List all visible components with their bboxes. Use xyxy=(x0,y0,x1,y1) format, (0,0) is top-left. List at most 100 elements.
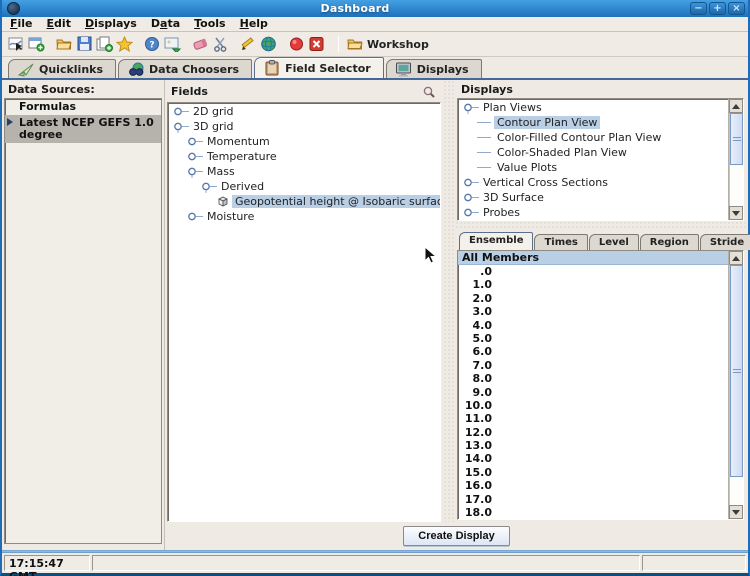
create-display-button[interactable]: Create Display xyxy=(403,526,509,546)
scroll-down-button[interactable] xyxy=(729,505,743,519)
field-node[interactable]: 2D grid xyxy=(168,104,440,118)
ensemble-member-item[interactable]: 16.0 xyxy=(458,479,728,492)
data-source-item[interactable]: Formulas xyxy=(5,99,161,115)
tree-handle-line-icon xyxy=(476,131,494,144)
all-members-header[interactable]: All Members xyxy=(458,251,728,265)
ensemble-member-item[interactable]: 7.0 xyxy=(458,359,728,372)
ensemble-member-item[interactable]: .0 xyxy=(458,265,728,278)
tree-node-label: Momentum xyxy=(204,135,273,148)
subset-tab-region[interactable]: Region xyxy=(640,234,699,250)
display-node[interactable]: Plan Views xyxy=(458,100,728,114)
close-button[interactable]: × xyxy=(728,2,745,15)
menu-help[interactable]: Help xyxy=(240,17,268,31)
data-source-item[interactable]: Latest NCEP GEFS 1.0 degree xyxy=(5,115,161,143)
menu-data[interactable]: Data xyxy=(151,17,180,31)
field-node[interactable]: Geopotential height @ Isobaric surface xyxy=(168,194,440,208)
ensemble-member-item[interactable]: 17.0 xyxy=(458,493,728,506)
tree-handle-expanded-icon[interactable] xyxy=(172,120,190,133)
tree-handle-expanded-icon[interactable] xyxy=(186,165,204,178)
ensemble-member-item[interactable]: 1.0 xyxy=(458,278,728,291)
ensemble-member-item[interactable]: 14.0 xyxy=(458,452,728,465)
globe-projection-icon[interactable] xyxy=(260,36,277,53)
ensemble-members-list: All Members .01.02.03.04.05.06.07.08.09.… xyxy=(458,251,728,519)
tree-handle-expanded-icon[interactable] xyxy=(462,101,480,114)
subset-tab-times[interactable]: Times xyxy=(534,234,587,250)
display-node[interactable]: Vertical Cross Sections xyxy=(458,175,728,189)
scroll-up-button[interactable] xyxy=(729,99,743,113)
maximize-button[interactable]: + xyxy=(709,2,726,15)
support-request-icon[interactable]: ? xyxy=(144,36,161,53)
stop-remove-icon[interactable] xyxy=(308,36,325,53)
tree-handle-collapsed-icon[interactable] xyxy=(186,210,204,223)
display-node[interactable]: Probes xyxy=(458,205,728,219)
field-node[interactable]: Mass xyxy=(168,164,440,178)
fields-tree: 2D grid3D grid MomentumTemperatureMassDer… xyxy=(167,102,441,522)
save-bundle-as-icon[interactable] xyxy=(96,36,113,53)
horizontal-splitter[interactable] xyxy=(455,221,748,230)
record-movie-icon[interactable] xyxy=(288,36,305,53)
subset-tab-ensemble[interactable]: Ensemble xyxy=(459,232,533,250)
search-fields-icon[interactable] xyxy=(420,83,437,100)
field-node[interactable]: Momentum xyxy=(168,134,440,148)
tab-field-selector[interactable]: Field Selector xyxy=(254,57,384,78)
ensemble-member-item[interactable]: 8.0 xyxy=(458,372,728,385)
ensemble-member-item[interactable]: 6.0 xyxy=(458,345,728,358)
open-file-icon[interactable] xyxy=(56,36,73,53)
displays-scrollbar[interactable] xyxy=(728,99,743,220)
field-node[interactable]: Derived xyxy=(168,179,440,193)
display-node[interactable]: Color-Shaded Plan View xyxy=(458,145,728,159)
new-view-window-icon[interactable] xyxy=(28,36,45,53)
tab-displays[interactable]: Displays xyxy=(386,59,482,78)
show-main-view-icon[interactable] xyxy=(8,36,25,53)
ensemble-member-item[interactable]: 9.0 xyxy=(458,386,728,399)
ensemble-member-item[interactable]: 3.0 xyxy=(458,305,728,318)
erase-icon[interactable] xyxy=(192,36,209,53)
save-file-icon[interactable] xyxy=(76,36,93,53)
ensemble-member-item[interactable]: 12.0 xyxy=(458,426,728,439)
ensemble-member-item[interactable]: 10.0 xyxy=(458,399,728,412)
displays-icon xyxy=(395,61,412,78)
menu-tools[interactable]: Tools xyxy=(194,17,225,31)
tab-quicklinks[interactable]: Quicklinks xyxy=(8,59,116,78)
field-node[interactable]: Moisture xyxy=(168,209,440,223)
workshop-button[interactable]: Workshop xyxy=(346,36,429,53)
minimize-button[interactable]: − xyxy=(690,2,707,15)
ensemble-member-item[interactable]: 5.0 xyxy=(458,332,728,345)
field-node[interactable]: 3D grid xyxy=(168,119,440,133)
scroll-down-button[interactable] xyxy=(729,206,743,220)
tree-handle-collapsed-icon[interactable] xyxy=(462,191,480,204)
display-node[interactable]: 3D Surface xyxy=(458,190,728,204)
ensemble-member-item[interactable]: 11.0 xyxy=(458,412,728,425)
displays-header: Displays xyxy=(461,83,513,96)
tree-handle-collapsed-icon[interactable] xyxy=(462,176,480,189)
tree-handle-expanded-icon[interactable] xyxy=(200,180,218,193)
cut-icon[interactable] xyxy=(212,36,229,53)
ensemble-member-item[interactable]: 18.0 xyxy=(458,506,728,519)
tree-handle-collapsed-icon[interactable] xyxy=(186,150,204,163)
menu-displays[interactable]: Displays xyxy=(85,17,137,31)
tab-data-choosers[interactable]: Data Choosers xyxy=(118,59,252,78)
display-node[interactable]: Value Plots xyxy=(458,160,728,174)
field-node[interactable]: Temperature xyxy=(168,149,440,163)
subset-tab-level[interactable]: Level xyxy=(589,234,639,250)
display-node[interactable]: Contour Plan View xyxy=(458,115,728,129)
ensemble-member-item[interactable]: 2.0 xyxy=(458,292,728,305)
menu-file[interactable]: File xyxy=(10,17,33,31)
capture-image-icon[interactable] xyxy=(164,36,181,53)
ensemble-member-item[interactable]: 4.0 xyxy=(458,319,728,332)
tree-handle-collapsed-icon[interactable] xyxy=(172,105,190,118)
ensemble-scrollbar[interactable] xyxy=(728,251,743,519)
vertical-splitter[interactable] xyxy=(443,80,455,522)
ensemble-member-item[interactable]: 13.0 xyxy=(458,439,728,452)
display-node[interactable]: Color-Filled Contour Plan View xyxy=(458,130,728,144)
edit-drawing-icon[interactable] xyxy=(240,36,257,53)
tree-handle-collapsed-icon[interactable] xyxy=(462,206,480,219)
subset-tab-stride[interactable]: Stride xyxy=(700,234,750,250)
ensemble-member-item[interactable]: 15.0 xyxy=(458,466,728,479)
tree-handle-collapsed-icon[interactable] xyxy=(186,135,204,148)
menu-edit[interactable]: Edit xyxy=(47,17,71,31)
scroll-up-button[interactable] xyxy=(729,251,743,265)
window-title: Dashboard xyxy=(20,2,690,15)
favorites-star-icon[interactable] xyxy=(116,36,133,53)
tab-label: Data Choosers xyxy=(149,63,239,76)
